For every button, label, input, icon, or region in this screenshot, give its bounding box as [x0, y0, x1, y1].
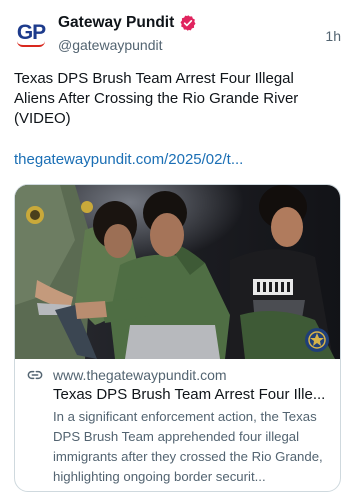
- link-preview-card[interactable]: www.thegatewaypundit.com Texas DPS Brush…: [14, 184, 341, 492]
- card-description: In a significant enforcement action, the…: [53, 409, 323, 484]
- card-title[interactable]: Texas DPS Brush Team Arrest Four Ille...: [53, 386, 333, 403]
- avatar[interactable]: GP: [14, 16, 48, 50]
- card-image[interactable]: [15, 185, 341, 359]
- card-domain-row: www.thegatewaypundit.com: [27, 367, 227, 383]
- handle[interactable]: @gatewaypundit: [58, 37, 163, 53]
- verified-badge-icon: [180, 15, 196, 31]
- card-domain[interactable]: www.thegatewaypundit.com: [53, 367, 227, 383]
- timestamp[interactable]: 1h: [325, 28, 341, 44]
- avatar-swoosh: [17, 41, 45, 47]
- post-header: GP Gateway Pundit @gatewaypundit 1h: [14, 10, 341, 60]
- post-link[interactable]: thegatewaypundit.com/2025/02/t...: [14, 150, 334, 170]
- post[interactable]: GP Gateway Pundit @gatewaypundit 1h Texa…: [0, 0, 355, 500]
- name-row: Gateway Pundit: [58, 14, 197, 32]
- display-name[interactable]: Gateway Pundit: [58, 14, 174, 32]
- post-text: Texas DPS Brush Team Arrest Four Illegal…: [14, 70, 299, 127]
- link-icon: [27, 370, 43, 380]
